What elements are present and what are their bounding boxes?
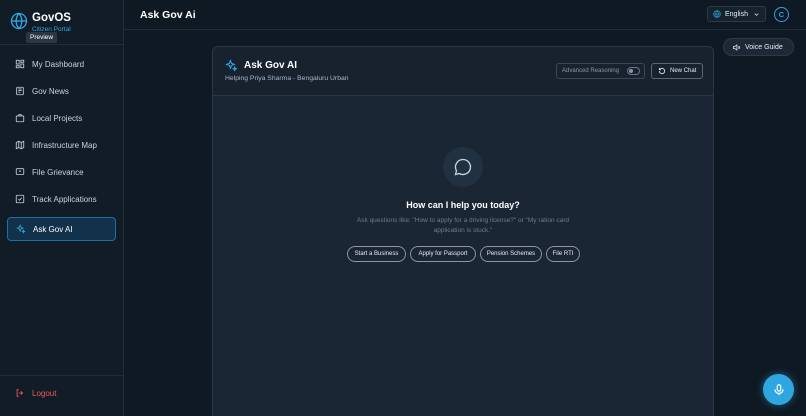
avatar[interactable]: C xyxy=(774,7,789,22)
brand-title: GovOS xyxy=(32,12,71,24)
briefcase-icon xyxy=(15,113,25,123)
refresh-icon xyxy=(658,67,666,75)
voice-guide-label: Voice Guide xyxy=(745,43,783,51)
sparkle-icon xyxy=(225,59,238,72)
chat-bubble-icon xyxy=(443,147,483,187)
suggestion-chip[interactable]: Apply for Passport xyxy=(410,246,476,262)
chevron-down-icon xyxy=(753,11,760,18)
chat-header: Ask Gov AI Helping Priya Sharma - Bengal… xyxy=(213,47,713,96)
sidebar-item-infrastructure-map[interactable]: Infrastructure Map xyxy=(7,133,116,157)
logout-label: Logout xyxy=(32,388,57,398)
page-title: Ask Gov Ai xyxy=(140,9,196,21)
suggestion-chip[interactable]: Start a Business xyxy=(347,246,406,262)
new-chat-label: New Chat xyxy=(670,68,697,74)
language-select[interactable]: English xyxy=(707,6,766,22)
chat-title: Ask Gov AI xyxy=(244,60,297,71)
newspaper-icon xyxy=(15,86,25,96)
suggestion-chip[interactable]: Pension Schemes xyxy=(480,246,542,262)
sidebar-item-my-dashboard[interactable]: My Dashboard xyxy=(7,52,116,76)
preview-badge: Preview xyxy=(26,32,58,43)
empty-state-title: How can I help you today? xyxy=(406,200,520,210)
sidebar-item-local-projects[interactable]: Local Projects xyxy=(7,106,116,130)
logout-button[interactable]: Logout xyxy=(15,388,56,398)
empty-state-hint: Ask questions like: "How to apply for a … xyxy=(356,217,570,234)
sidebar-item-ask-gov-ai[interactable]: Ask Gov AI xyxy=(7,217,116,241)
sidebar-item-gov-news[interactable]: Gov News xyxy=(7,79,116,103)
microphone-icon xyxy=(772,383,786,397)
sidebar-bottom-divider xyxy=(0,375,124,376)
language-value: English xyxy=(725,10,748,18)
grievance-icon xyxy=(15,167,25,177)
sidebar-item-label: File Grievance xyxy=(32,167,84,177)
top-bar: Ask Gov Ai English C xyxy=(124,0,806,30)
suggestion-chip[interactable]: File RTI xyxy=(546,246,580,262)
microphone-button[interactable] xyxy=(763,374,794,405)
sparkle-icon xyxy=(16,224,26,234)
dashboard-icon xyxy=(15,59,25,69)
globe-icon xyxy=(10,12,28,30)
suggestion-chips: Start a Business Apply for Passport Pens… xyxy=(213,246,713,262)
sidebar-item-label: Local Projects xyxy=(32,113,83,123)
sidebar-item-label: Ask Gov AI xyxy=(33,224,73,234)
logout-icon xyxy=(15,388,25,398)
sidebar-item-track-applications[interactable]: Track Applications xyxy=(7,187,116,211)
map-icon xyxy=(15,140,25,150)
chat-subtitle: Helping Priya Sharma - Bengaluru Urban xyxy=(225,75,349,82)
sidebar-item-file-grievance[interactable]: File Grievance xyxy=(7,160,116,184)
checkbox-icon xyxy=(15,194,25,204)
sidebar-item-label: Gov News xyxy=(32,86,69,96)
advanced-reasoning-toggle[interactable]: Advanced Reasoning xyxy=(556,63,645,79)
new-chat-button[interactable]: New Chat xyxy=(651,63,703,79)
sidebar-item-label: Infrastructure Map xyxy=(32,140,97,150)
sidebar-divider xyxy=(0,44,124,45)
advanced-reasoning-label: Advanced Reasoning xyxy=(562,68,620,74)
voice-guide-button[interactable]: Voice Guide xyxy=(723,38,794,56)
speaker-muted-icon xyxy=(732,43,741,52)
chat-panel: Ask Gov AI Helping Priya Sharma - Bengal… xyxy=(212,46,714,416)
toggle-switch[interactable] xyxy=(627,67,640,75)
sidebar-item-label: Track Applications xyxy=(32,194,97,204)
sidebar-item-label: My Dashboard xyxy=(32,59,85,69)
globe-icon xyxy=(713,10,721,18)
sidebar: GovOS Citizen Portal Preview My Dashboar… xyxy=(0,0,124,416)
